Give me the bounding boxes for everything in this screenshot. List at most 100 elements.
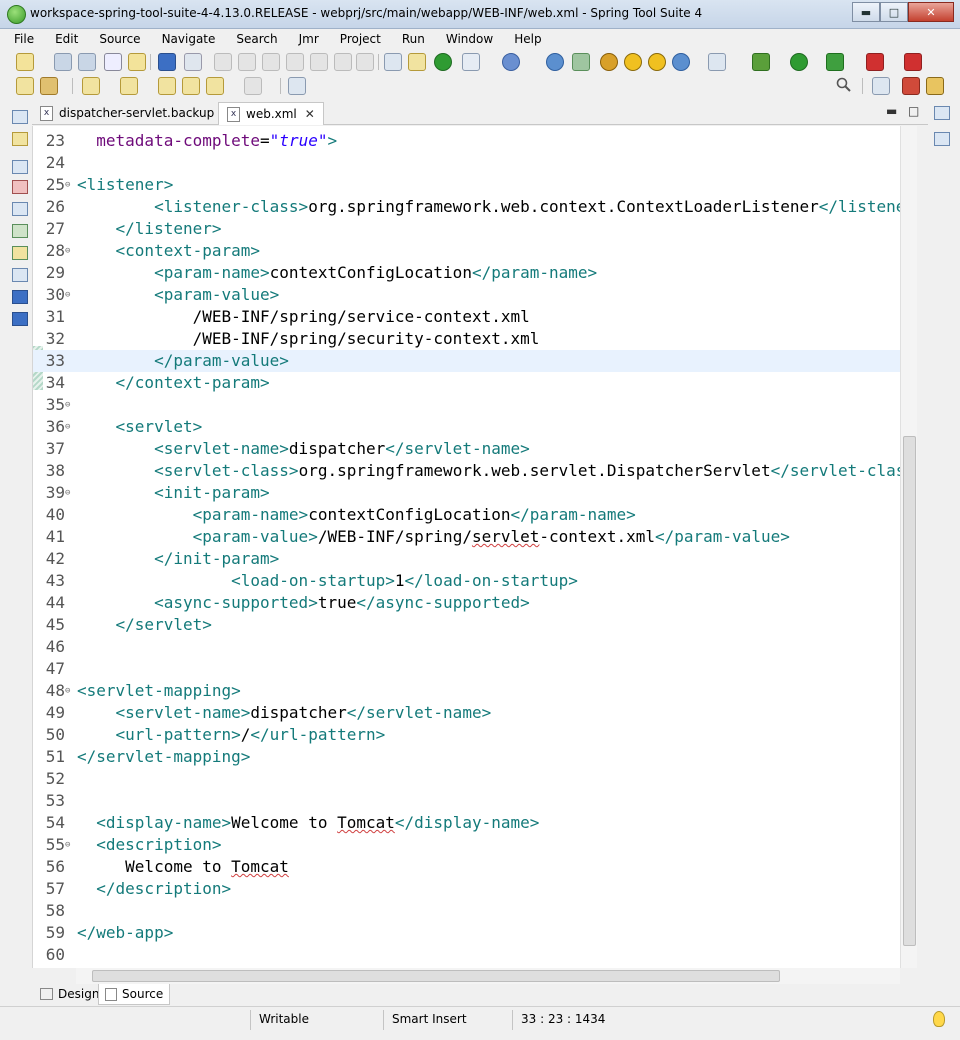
servers-view-icon[interactable] bbox=[12, 224, 28, 238]
tab-web-xml[interactable]: x web.xml ✕ bbox=[218, 102, 324, 125]
menu-source[interactable]: Source bbox=[85, 29, 147, 49]
search-icon[interactable] bbox=[836, 77, 852, 93]
vertical-scrollbar[interactable] bbox=[900, 126, 917, 968]
next-annotation-icon[interactable] bbox=[82, 77, 100, 95]
code-line[interactable]: 27 </listener> bbox=[33, 218, 901, 240]
run-icon[interactable] bbox=[790, 53, 808, 71]
code-line[interactable]: 57 </description> bbox=[33, 878, 901, 900]
minimize-button[interactable]: ▬ bbox=[852, 2, 880, 22]
skip-breakpoints-icon[interactable] bbox=[184, 53, 202, 71]
lightbulb-icon[interactable] bbox=[933, 1011, 945, 1027]
web-browser-icon[interactable] bbox=[672, 53, 690, 71]
toggle-block-icon[interactable] bbox=[384, 53, 402, 71]
step-return-icon[interactable] bbox=[356, 53, 374, 71]
fold-toggle-icon[interactable]: ⊖ bbox=[65, 834, 75, 856]
code-line[interactable]: 59 </web-app> bbox=[33, 922, 901, 944]
xml-source-editor[interactable]: 23 metadata-complete="true"> 24 25 ⊖ <listen… bbox=[32, 126, 901, 968]
run-external-icon[interactable] bbox=[826, 53, 844, 71]
code-line[interactable]: 37 <servlet-name>dispatcher</servlet-nam… bbox=[33, 438, 901, 460]
horizontal-scroll-thumb[interactable] bbox=[92, 970, 780, 982]
code-line[interactable]: 54 <display-name>Welcome to Tomcat</disp… bbox=[33, 812, 901, 834]
package-explorer-icon[interactable] bbox=[12, 132, 28, 146]
code-line[interactable]: 36 ⊖ <servlet> bbox=[33, 416, 901, 438]
toggle-mark-icon[interactable] bbox=[408, 53, 426, 71]
save-all-icon[interactable] bbox=[78, 53, 96, 71]
code-line[interactable]: 49 <servlet-name>dispatcher</servlet-nam… bbox=[33, 702, 901, 724]
info-question-icon[interactable] bbox=[648, 53, 666, 71]
vertical-scroll-thumb[interactable] bbox=[903, 436, 916, 946]
code-line[interactable]: 31 /WEB-INF/spring/service-context.xml bbox=[33, 306, 901, 328]
code-line[interactable]: 24 bbox=[33, 152, 901, 174]
code-line[interactable]: 46 bbox=[33, 636, 901, 658]
code-line[interactable]: 48 ⊖ <servlet-mapping> bbox=[33, 680, 901, 702]
menu-project[interactable]: Project bbox=[326, 29, 388, 49]
code-line[interactable]: 45 </servlet> bbox=[33, 614, 901, 636]
suspend-icon[interactable] bbox=[238, 53, 256, 71]
code-line[interactable]: 25 ⊖ <listener> bbox=[33, 174, 901, 196]
step-into-icon[interactable] bbox=[310, 53, 328, 71]
pen-icon[interactable] bbox=[40, 77, 58, 95]
resume-icon[interactable] bbox=[214, 53, 232, 71]
code-line[interactable]: 29 <param-name>contextConfigLocation</pa… bbox=[33, 262, 901, 284]
menu-file[interactable]: File bbox=[0, 29, 41, 49]
bug-icon[interactable] bbox=[600, 53, 618, 71]
menu-edit[interactable]: Edit bbox=[41, 29, 85, 49]
menu-navigate[interactable]: Navigate bbox=[148, 29, 223, 49]
code-line[interactable]: 23 metadata-complete="true"> bbox=[33, 130, 901, 152]
code-line[interactable]: 43 <load-on-startup>1</load-on-startup> bbox=[33, 570, 901, 592]
fold-toggle-icon[interactable]: ⊖ bbox=[65, 174, 75, 196]
globe-icon[interactable] bbox=[546, 53, 564, 71]
java-ee-perspective-icon[interactable] bbox=[902, 77, 920, 95]
menu-window[interactable]: Window bbox=[432, 29, 500, 49]
horizontal-scrollbar[interactable] bbox=[76, 968, 900, 984]
stop-icon[interactable] bbox=[866, 53, 884, 71]
back-icon[interactable] bbox=[206, 77, 224, 95]
close-tab-icon[interactable]: ✕ bbox=[305, 107, 315, 121]
debug-icon[interactable] bbox=[502, 53, 520, 71]
map-view-icon[interactable] bbox=[12, 246, 28, 260]
code-line[interactable]: 39 ⊖ <init-param> bbox=[33, 482, 901, 504]
fold-toggle-icon[interactable]: ⊖ bbox=[65, 284, 75, 306]
properties-view-icon[interactable] bbox=[12, 268, 28, 282]
code-line[interactable]: 41 <param-value>/WEB-INF/spring/servlet-… bbox=[33, 526, 901, 548]
code-line[interactable]: 47 bbox=[33, 658, 901, 680]
open-perspective-icon[interactable] bbox=[872, 77, 890, 95]
code-line[interactable]: 33 </param-value> bbox=[33, 350, 901, 372]
pin-editor-icon[interactable] bbox=[288, 77, 306, 95]
outline-right-icon[interactable] bbox=[934, 132, 950, 146]
help-question-icon[interactable] bbox=[624, 53, 642, 71]
code-line[interactable]: 51 </servlet-mapping> bbox=[33, 746, 901, 768]
fold-toggle-icon[interactable]: ⊖ bbox=[65, 240, 75, 262]
open-resource-icon[interactable] bbox=[128, 53, 146, 71]
last-edit-icon[interactable] bbox=[158, 77, 176, 95]
fold-toggle-icon[interactable]: ⊖ bbox=[65, 416, 75, 438]
tab-design[interactable]: Design bbox=[34, 984, 105, 1004]
minimize-editor-icon[interactable]: ▬ bbox=[886, 104, 897, 118]
fold-toggle-icon[interactable]: ⊖ bbox=[65, 680, 75, 702]
code-line[interactable]: 26 <listener-class>org.springframework.w… bbox=[33, 196, 901, 218]
menu-search[interactable]: Search bbox=[222, 29, 284, 49]
code-line[interactable]: 50 <url-pattern>/</url-pattern> bbox=[33, 724, 901, 746]
search-java-icon[interactable] bbox=[572, 53, 590, 71]
close-button[interactable]: ✕ bbox=[908, 2, 954, 22]
forward-icon[interactable] bbox=[244, 77, 262, 95]
code-line[interactable]: 56 Welcome to Tomcat bbox=[33, 856, 901, 878]
code-line[interactable]: 53 bbox=[33, 790, 901, 812]
code-line[interactable]: 35 ⊖ bbox=[33, 394, 901, 416]
code-line[interactable]: 32 /WEB-INF/spring/security-context.xml bbox=[33, 328, 901, 350]
code-line[interactable]: 34 </context-param> bbox=[33, 372, 901, 394]
menu-jmr[interactable]: Jmr bbox=[285, 29, 326, 49]
next-edit-icon[interactable] bbox=[182, 77, 200, 95]
maximize-button[interactable]: □ bbox=[880, 2, 908, 22]
code-line[interactable]: 42 </init-param> bbox=[33, 548, 901, 570]
spring-perspective-icon[interactable] bbox=[926, 77, 944, 95]
open-task-icon[interactable] bbox=[16, 77, 34, 95]
step-over-icon[interactable] bbox=[334, 53, 352, 71]
restore-right-view-icon[interactable] bbox=[934, 106, 950, 120]
debug-spring-icon[interactable] bbox=[752, 53, 770, 71]
code-line[interactable]: 30 ⊖ <param-value> bbox=[33, 284, 901, 306]
code-line[interactable]: 44 <async-supported>true</async-supporte… bbox=[33, 592, 901, 614]
outline-view-icon[interactable] bbox=[12, 202, 28, 216]
tab-dispatcher-servlet-backup[interactable]: x dispatcher-servlet.backup bbox=[32, 102, 222, 124]
disconnect-icon[interactable] bbox=[286, 53, 304, 71]
